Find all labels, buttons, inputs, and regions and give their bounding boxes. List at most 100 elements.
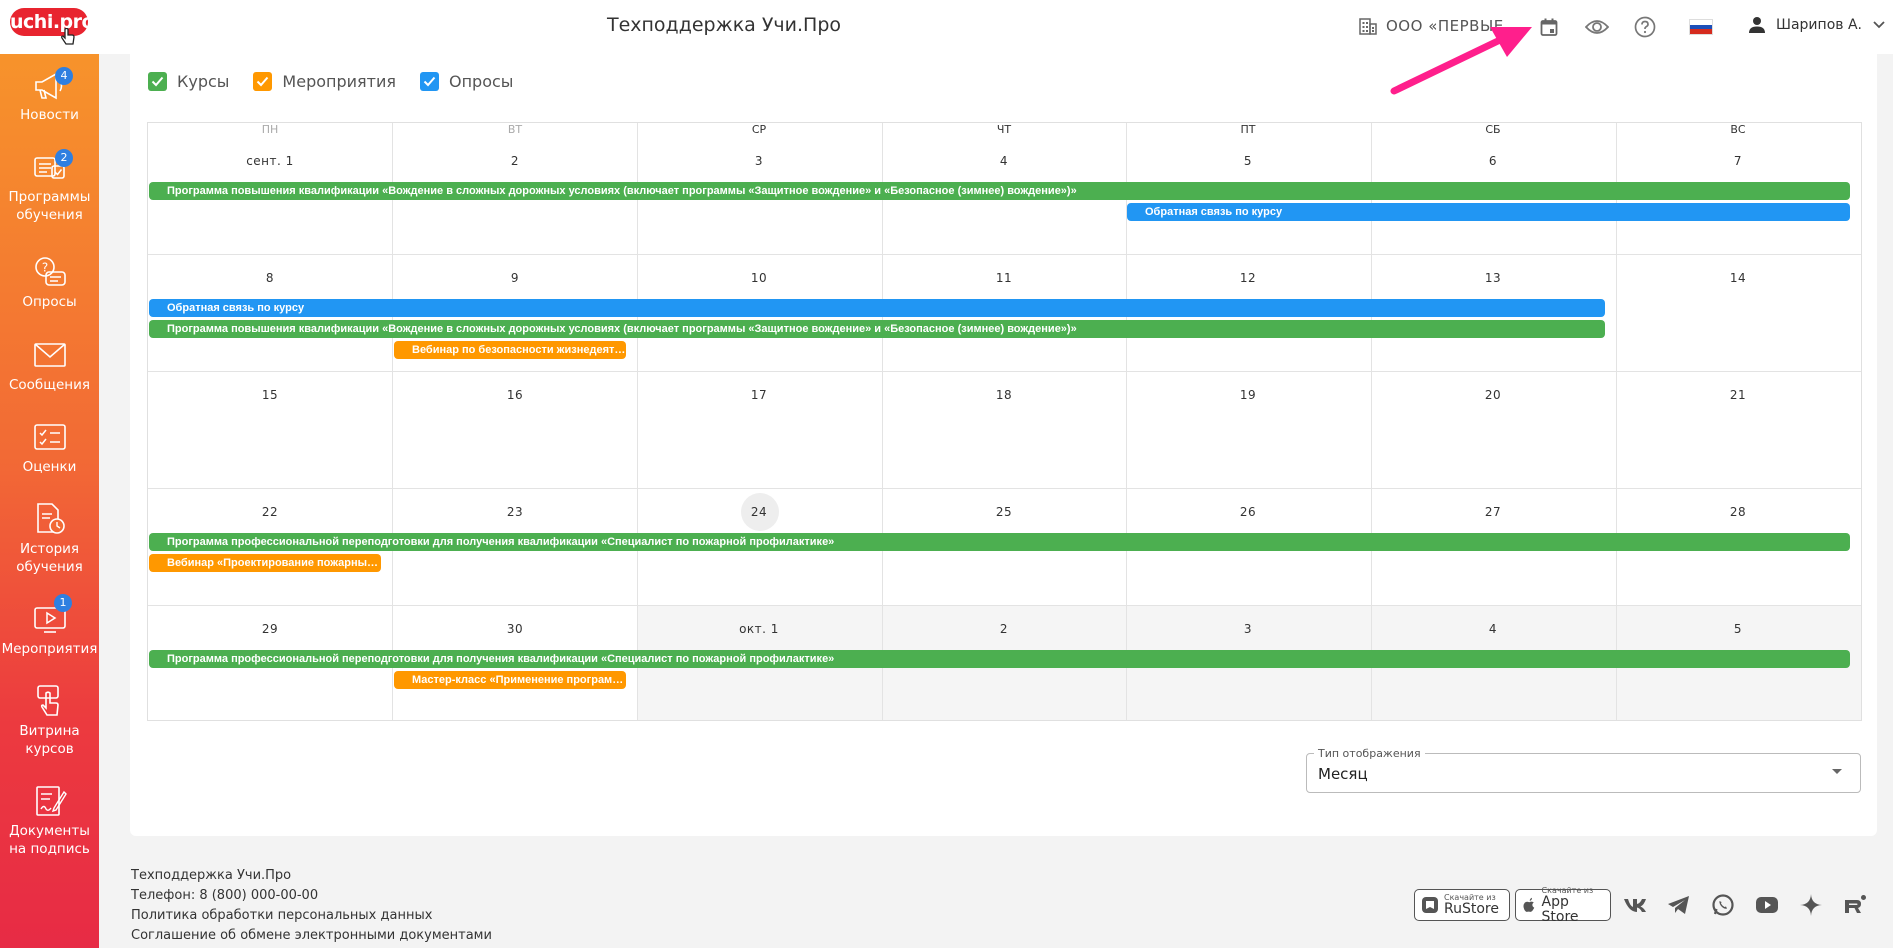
sidebar-item-grades[interactable]: Оценки [0, 420, 99, 476]
day-cell[interactable]: 2 [882, 622, 1126, 636]
organization-name: ООО «ПЕРВЫЕ ... [1386, 17, 1525, 35]
event-course-fire[interactable]: Программа профессиональной переподготовк… [149, 650, 1850, 668]
view-type-value: Месяц [1318, 765, 1368, 783]
weekday-mon: ПН [261, 123, 279, 136]
filter-label: Курсы [177, 72, 230, 91]
top-bar: uchi.pro Техподдержка Учи.Про ООО «ПЕРВЫ… [0, 0, 1893, 54]
day-cell-today[interactable]: 24 [637, 505, 881, 519]
footer-privacy-link[interactable]: Политика обработки персональных данных [131, 908, 432, 923]
event-webinar-safety[interactable]: Вебинар по безопасности жизнедеят… [394, 341, 626, 359]
day-cell[interactable]: 20 [1371, 388, 1615, 402]
day-cell[interactable]: 9 [393, 271, 637, 285]
day-cell[interactable]: 27 [1371, 505, 1615, 519]
day-cell[interactable]: 4 [1371, 622, 1615, 636]
event-course-driving[interactable]: Программа повышения квалификации «Вожден… [149, 182, 1850, 200]
event-masterclass[interactable]: Мастер-класс «Применение программ… [394, 671, 626, 689]
day-cell[interactable]: 13 [1371, 271, 1615, 285]
day-cell[interactable]: 3 [1126, 622, 1370, 636]
sidebar-item-surveys[interactable]: ? Опросы [0, 255, 99, 311]
telegram-icon[interactable] [1667, 893, 1691, 917]
sidebar-item-label: Оценки [22, 459, 77, 475]
user-menu[interactable]: Шарипов А. [1748, 16, 1886, 34]
store-name: RuStore [1444, 901, 1499, 917]
dzen-icon[interactable] [1799, 893, 1823, 917]
rustore-badge[interactable]: Скачайте из RuStore [1414, 889, 1510, 921]
rutube-icon[interactable] [1843, 893, 1867, 917]
day-cell[interactable]: 12 [1126, 271, 1370, 285]
chevron-down-icon [1873, 21, 1885, 29]
day-cell[interactable]: 22 [148, 505, 392, 519]
day-cell[interactable]: 30 [393, 622, 637, 636]
footer-support-title: Техподдержка Учи.Про [131, 868, 292, 883]
grid-line [148, 488, 1861, 489]
sidebar-item-history[interactable]: История обучения [0, 502, 99, 576]
filter-courses[interactable]: Курсы [148, 72, 229, 91]
day-cell[interactable]: 4 [882, 154, 1126, 168]
day-cell[interactable]: 25 [882, 505, 1126, 519]
day-cell[interactable]: 29 [148, 622, 392, 636]
day-cell[interactable]: 26 [1126, 505, 1370, 519]
sidebar-item-news[interactable]: Новости [0, 68, 99, 124]
sidebar-item-label: Мероприятия [1, 641, 98, 657]
appstore-badge[interactable]: Скачайте из App Store [1515, 886, 1611, 924]
day-cell[interactable]: 17 [637, 388, 881, 402]
day-cell[interactable]: 10 [637, 271, 881, 285]
event-feedback[interactable]: Обратная связь по курсу [1127, 203, 1850, 221]
rustore-icon [1422, 897, 1438, 913]
checkbox-checked-icon[interactable] [148, 72, 167, 91]
weekday-sun: ВС [1730, 123, 1746, 136]
sidebar-item-events[interactable]: Мероприятия [0, 602, 99, 658]
vk-icon[interactable] [1623, 893, 1647, 917]
day-cell[interactable]: 16 [393, 388, 637, 402]
sidebar-item-documents[interactable]: Документы на подпись [0, 784, 99, 858]
sidebar-item-messages[interactable]: Сообщения [0, 338, 99, 394]
filter-events[interactable]: Мероприятия [253, 72, 396, 91]
day-cell[interactable]: 3 [637, 154, 881, 168]
event-course-fire[interactable]: Программа профессиональной переподготовк… [149, 533, 1850, 551]
day-cell[interactable]: 8 [148, 271, 392, 285]
day-cell[interactable]: 7 [1616, 154, 1860, 168]
store-name: App Store [1541, 893, 1579, 925]
day-cell[interactable]: 5 [1616, 622, 1860, 636]
help-icon [1634, 16, 1656, 38]
apple-icon [1523, 897, 1535, 912]
youtube-icon[interactable] [1755, 893, 1779, 917]
language-flag-icon[interactable] [1689, 19, 1713, 35]
weekday-wed: СР [751, 123, 767, 136]
day-cell[interactable]: 23 [393, 505, 637, 519]
day-cell[interactable]: окт. 1 [637, 622, 881, 636]
sidebar-item-programs[interactable]: Программы обучения [0, 150, 99, 224]
grid-line [148, 605, 1861, 606]
whatsapp-icon[interactable] [1711, 893, 1735, 917]
news-badge: 4 [55, 67, 73, 85]
help-button[interactable] [1632, 14, 1658, 40]
footer-agreement-link[interactable]: Соглашение об обмене электронными докуме… [131, 928, 492, 943]
day-cell[interactable]: 6 [1371, 154, 1615, 168]
filter-surveys[interactable]: Опросы [420, 72, 513, 91]
sidebar-item-course-showcase[interactable]: Витрина курсов [0, 684, 99, 758]
day-cell[interactable]: 28 [1616, 505, 1860, 519]
person-icon [1749, 17, 1765, 33]
day-cell[interactable]: 18 [882, 388, 1126, 402]
organization-selector[interactable]: ООО «ПЕРВЫЕ ... [1358, 16, 1525, 36]
grades-checklist-icon [33, 424, 66, 450]
envelope-icon [33, 343, 66, 367]
day-cell[interactable]: 15 [148, 388, 392, 402]
event-course-driving[interactable]: Программа повышения квалификации «Вожден… [149, 320, 1605, 338]
visibility-button[interactable] [1584, 14, 1610, 40]
day-cell[interactable]: 11 [882, 271, 1126, 285]
checkbox-checked-icon[interactable] [253, 72, 273, 91]
sidebar-item-label: Документы на подпись [9, 823, 90, 857]
day-cell[interactable]: 14 [1616, 271, 1860, 285]
dropdown-arrow-icon[interactable] [1832, 769, 1842, 774]
day-cell[interactable]: 2 [393, 154, 637, 168]
day-cell[interactable]: 19 [1126, 388, 1370, 402]
event-webinar-design[interactable]: Вебинар «Проектирование пожарных … [149, 554, 381, 572]
day-cell[interactable]: сент. 1 [148, 154, 392, 168]
checkbox-checked-icon[interactable] [420, 72, 439, 91]
event-feedback[interactable]: Обратная связь по курсу [149, 299, 1605, 317]
building-icon [1359, 18, 1377, 35]
day-cell[interactable]: 5 [1126, 154, 1370, 168]
day-cell[interactable]: 21 [1616, 388, 1860, 402]
calendar-button[interactable] [1536, 14, 1562, 40]
